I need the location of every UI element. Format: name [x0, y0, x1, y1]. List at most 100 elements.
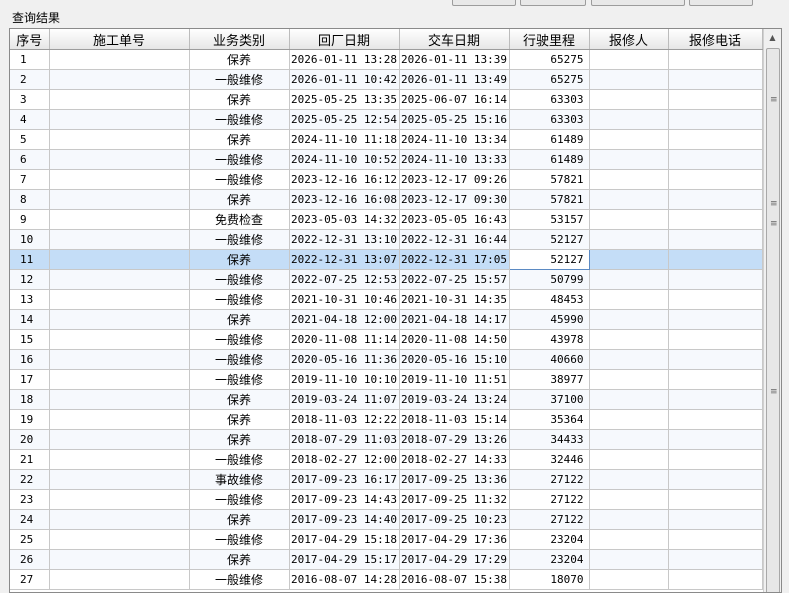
table-row[interactable]: 23 一般维修 2017-09-23 14:43 2017-09-25 11:32 27…: [10, 489, 763, 510]
col-header-order[interactable]: 施工单号: [49, 29, 190, 50]
cell-in-date[interactable]: 2019-03-24 11:07: [289, 389, 400, 410]
cell-out-date[interactable]: 2023-12-17 09:30: [399, 189, 510, 210]
cell-out-date[interactable]: 2016-08-07 15:38: [399, 569, 510, 590]
cell-out-date[interactable]: 2026-01-11 13:39: [399, 49, 510, 70]
cell-category[interactable]: 一般维修: [189, 489, 290, 510]
cell-reporter[interactable]: [589, 149, 669, 170]
cell-phone[interactable]: [668, 189, 763, 210]
cell-phone[interactable]: [668, 89, 763, 110]
cell-order[interactable]: [49, 109, 190, 130]
table-row[interactable]: 12 一般维修 2022-07-25 12:53 2022-07-25 15:57 50…: [10, 269, 763, 290]
cell-out-date[interactable]: 2022-07-25 15:57: [399, 269, 510, 290]
cell-order[interactable]: [49, 269, 190, 290]
cell-order[interactable]: [49, 509, 190, 530]
cell-reporter[interactable]: [589, 569, 669, 590]
cell-category[interactable]: 一般维修: [189, 449, 290, 470]
results-grid[interactable]: 序号 施工单号 业务类别 回厂日期 交车日期 行驶里程 报修人 报修电话 1 保养…: [9, 28, 782, 593]
cell-phone[interactable]: [668, 349, 763, 370]
cell-category[interactable]: 一般维修: [189, 349, 290, 370]
toolbar-button-2[interactable]: [520, 0, 586, 6]
cell-no[interactable]: 21: [10, 449, 50, 470]
cell-mileage[interactable]: 53157: [509, 209, 590, 230]
cell-no[interactable]: 9: [10, 209, 50, 230]
cell-no[interactable]: 12: [10, 269, 50, 290]
cell-mileage[interactable]: 45990: [509, 309, 590, 330]
cell-reporter[interactable]: [589, 509, 669, 530]
table-row[interactable]: 24 保养 2017-09-23 14:40 2017-09-25 10:23 2712…: [10, 509, 763, 530]
cell-category[interactable]: 免费检查: [189, 209, 290, 230]
cell-in-date[interactable]: 2026-01-11 13:28: [289, 49, 400, 70]
cell-no[interactable]: 3: [10, 89, 50, 110]
cell-out-date[interactable]: 2017-09-25 11:32: [399, 489, 510, 510]
col-header-no[interactable]: 序号: [10, 29, 50, 50]
cell-category[interactable]: 保养: [189, 309, 290, 330]
table-row[interactable]: 17 一般维修 2019-11-10 10:10 2019-11-10 11:51 38…: [10, 369, 763, 390]
table-row[interactable]: 14 保养 2021-04-18 12:00 2021-04-18 14:17 4599…: [10, 309, 763, 330]
cell-category[interactable]: 事故维修: [189, 469, 290, 490]
cell-reporter[interactable]: [589, 529, 669, 550]
cell-order[interactable]: [49, 449, 190, 470]
table-row[interactable]: 15 一般维修 2020-11-08 11:14 2020-11-08 14:50 43…: [10, 329, 763, 350]
table-row[interactable]: 8 保养 2023-12-16 16:08 2023-12-17 09:30 57821: [10, 189, 763, 210]
cell-reporter[interactable]: [589, 349, 669, 370]
cell-order[interactable]: [49, 529, 190, 550]
cell-no[interactable]: 18: [10, 389, 50, 410]
cell-mileage[interactable]: 63303: [509, 109, 590, 130]
cell-phone[interactable]: [668, 409, 763, 430]
cell-in-date[interactable]: 2026-01-11 10:42: [289, 69, 400, 90]
cell-in-date[interactable]: 2025-05-25 12:54: [289, 109, 400, 130]
cell-mileage[interactable]: 57821: [509, 169, 590, 190]
cell-mileage[interactable]: 57821: [509, 189, 590, 210]
cell-order[interactable]: [49, 129, 190, 150]
cell-category[interactable]: 保养: [189, 509, 290, 530]
cell-in-date[interactable]: 2023-12-16 16:12: [289, 169, 400, 190]
cell-category[interactable]: 保养: [189, 49, 290, 70]
cell-in-date[interactable]: 2018-07-29 11:03: [289, 429, 400, 450]
table-row[interactable]: 7 一般维修 2023-12-16 16:12 2023-12-17 09:26 578…: [10, 169, 763, 190]
cell-category[interactable]: 保养: [189, 429, 290, 450]
cell-out-date[interactable]: 2017-04-29 17:29: [399, 549, 510, 570]
cell-phone[interactable]: [668, 569, 763, 590]
cell-out-date[interactable]: 2019-11-10 11:51: [399, 369, 510, 390]
cell-in-date[interactable]: 2025-05-25 13:35: [289, 89, 400, 110]
cell-order[interactable]: [49, 309, 190, 330]
cell-category[interactable]: 保养: [189, 549, 290, 570]
cell-reporter[interactable]: [589, 449, 669, 470]
cell-out-date[interactable]: 2023-05-05 16:43: [399, 209, 510, 230]
cell-out-date[interactable]: 2026-01-11 13:49: [399, 69, 510, 90]
cell-order[interactable]: [49, 169, 190, 190]
cell-out-date[interactable]: 2017-09-25 13:36: [399, 469, 510, 490]
cell-category[interactable]: 一般维修: [189, 289, 290, 310]
cell-mileage[interactable]: 38977: [509, 369, 590, 390]
cell-phone[interactable]: [668, 249, 763, 270]
cell-no[interactable]: 10: [10, 229, 50, 250]
cell-out-date[interactable]: 2025-06-07 16:14: [399, 89, 510, 110]
cell-mileage[interactable]: 23204: [509, 549, 590, 570]
col-header-phone[interactable]: 报修电话: [668, 29, 763, 50]
cell-mileage[interactable]: 18070: [509, 569, 590, 590]
cell-out-date[interactable]: 2018-02-27 14:33: [399, 449, 510, 470]
cell-in-date[interactable]: 2017-09-23 16:17: [289, 469, 400, 490]
cell-order[interactable]: [49, 89, 190, 110]
cell-no[interactable]: 26: [10, 549, 50, 570]
cell-phone[interactable]: [668, 309, 763, 330]
cell-phone[interactable]: [668, 49, 763, 70]
cell-order[interactable]: [49, 409, 190, 430]
cell-category[interactable]: 保养: [189, 129, 290, 150]
table-row[interactable]: 10 一般维修 2022-12-31 13:10 2022-12-31 16:44 52…: [10, 229, 763, 250]
cell-mileage[interactable]: 35364: [509, 409, 590, 430]
cell-reporter[interactable]: [589, 129, 669, 150]
cell-order[interactable]: [49, 249, 190, 270]
cell-reporter[interactable]: [589, 229, 669, 250]
cell-in-date[interactable]: 2021-04-18 12:00: [289, 309, 400, 330]
cell-out-date[interactable]: 2021-10-31 14:35: [399, 289, 510, 310]
cell-out-date[interactable]: 2024-11-10 13:34: [399, 129, 510, 150]
cell-phone[interactable]: [668, 329, 763, 350]
cell-reporter[interactable]: [589, 189, 669, 210]
cell-phone[interactable]: [668, 269, 763, 290]
cell-mileage[interactable]: 65275: [509, 69, 590, 90]
cell-mileage[interactable]: 50799: [509, 269, 590, 290]
scroll-up-arrow-icon[interactable]: ▲: [764, 29, 781, 47]
table-row[interactable]: 5 保养 2024-11-10 11:18 2024-11-10 13:34 61489: [10, 129, 763, 150]
cell-in-date[interactable]: 2017-04-29 15:18: [289, 529, 400, 550]
